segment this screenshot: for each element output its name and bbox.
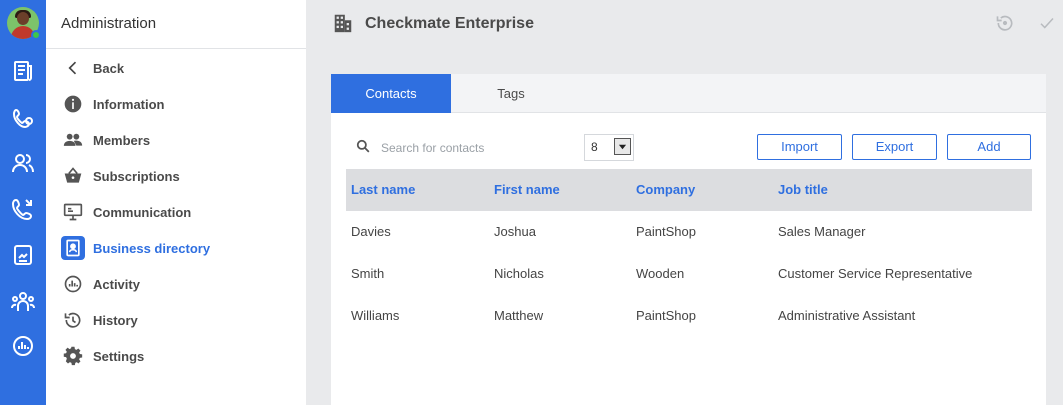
info-icon (61, 92, 85, 116)
table-row[interactable]: Smith Nicholas Wooden Customer Service R… (346, 253, 1032, 295)
analytics-icon[interactable] (9, 332, 37, 360)
search-box[interactable] (356, 136, 576, 160)
sidebar-item-label: Members (93, 132, 151, 148)
column-header-job-title[interactable]: Job title (778, 169, 828, 211)
sidebar-item-communication[interactable]: Communication (46, 194, 306, 230)
app-rail (0, 0, 46, 405)
activity-icon (61, 272, 85, 296)
contacts-icon[interactable] (9, 149, 37, 177)
revert-icon[interactable] (994, 12, 1016, 34)
sidebar-item-activity[interactable]: Activity (46, 266, 306, 302)
page-header: Checkmate Enterprise (306, 0, 1063, 48)
tab-bar: Contacts Tags (331, 74, 1046, 113)
cell-company: Wooden (636, 266, 685, 281)
sidebar-item-label: History (93, 312, 138, 328)
table-header: Last name First name Company Job title (346, 169, 1032, 211)
phone-icon[interactable] (9, 195, 37, 223)
building-icon (332, 12, 354, 34)
sidebar-item-business-directory[interactable]: Business directory (46, 230, 306, 266)
presence-indicator (31, 30, 41, 40)
news-icon[interactable] (9, 57, 37, 85)
search-input[interactable] (381, 141, 561, 155)
sidebar-item-subscriptions[interactable]: Subscriptions (46, 158, 306, 194)
column-header-company[interactable]: Company (636, 169, 695, 211)
sidebar-item-label: Back (93, 60, 125, 76)
groups-icon[interactable] (9, 288, 37, 316)
contact-card-icon (61, 236, 85, 260)
page-title: Checkmate Enterprise (365, 15, 534, 32)
cell-job-title: Administrative Assistant (778, 308, 916, 323)
cell-first-name: Joshua (494, 224, 536, 239)
check-icon[interactable] (1036, 12, 1058, 34)
sidebar-item-label: Activity (93, 276, 140, 292)
cell-first-name: Matthew (494, 308, 544, 323)
communication-icon (61, 200, 85, 224)
sidebar-item-label: Communication (93, 204, 192, 220)
cell-company: PaintShop (636, 224, 696, 239)
sidebar-item-label: Subscriptions (93, 168, 180, 184)
search-icon (356, 139, 370, 158)
history-icon (61, 308, 85, 332)
cell-last-name: Smith (351, 266, 385, 281)
basket-icon (61, 164, 85, 188)
tab-contacts[interactable]: Contacts (331, 74, 451, 113)
sidebar-item-members[interactable]: Members (46, 122, 306, 158)
sidebar-item-label: Information (93, 96, 165, 112)
sidebar-item-back[interactable]: Back (46, 50, 306, 86)
export-button[interactable]: Export (852, 134, 937, 160)
sidebar-item-label: Settings (93, 348, 145, 364)
add-button[interactable]: Add (947, 134, 1031, 160)
column-header-first-name[interactable]: First name (494, 169, 560, 211)
conference-icon[interactable] (9, 104, 37, 132)
cell-last-name: Williams (351, 308, 400, 323)
table-row[interactable]: Davies Joshua PaintShop Sales Manager (346, 211, 1032, 253)
contacts-panel: Contacts Tags 8 Import Export Add Last n… (331, 74, 1046, 405)
sidebar-title: Administration (61, 15, 157, 32)
dropdown-arrow-icon[interactable] (614, 138, 631, 155)
cell-company: PaintShop (636, 308, 696, 323)
sidebar-item-settings[interactable]: Settings (46, 338, 306, 374)
divider (46, 48, 306, 49)
gear-icon (61, 344, 85, 368)
cell-first-name: Nicholas (494, 266, 544, 281)
admin-sidebar: Administration Back Information Members … (46, 0, 306, 405)
sidebar-item-label: Business directory (93, 240, 211, 256)
page-size-value: 8 (591, 140, 598, 154)
tab-tags[interactable]: Tags (451, 74, 571, 113)
cell-last-name: Davies (351, 224, 391, 239)
members-icon (61, 128, 85, 152)
import-button[interactable]: Import (757, 134, 842, 160)
column-header-last-name[interactable]: Last name (351, 169, 415, 211)
cell-job-title: Sales Manager (778, 224, 866, 239)
sidebar-item-information[interactable]: Information (46, 86, 306, 122)
document-icon[interactable] (9, 241, 37, 269)
table-row[interactable]: Williams Matthew PaintShop Administrativ… (346, 295, 1032, 337)
sidebar-item-history[interactable]: History (46, 302, 306, 338)
page-size-select[interactable]: 8 (584, 134, 634, 161)
cell-job-title: Customer Service Representative (778, 266, 973, 281)
chevron-left-icon (61, 56, 85, 80)
